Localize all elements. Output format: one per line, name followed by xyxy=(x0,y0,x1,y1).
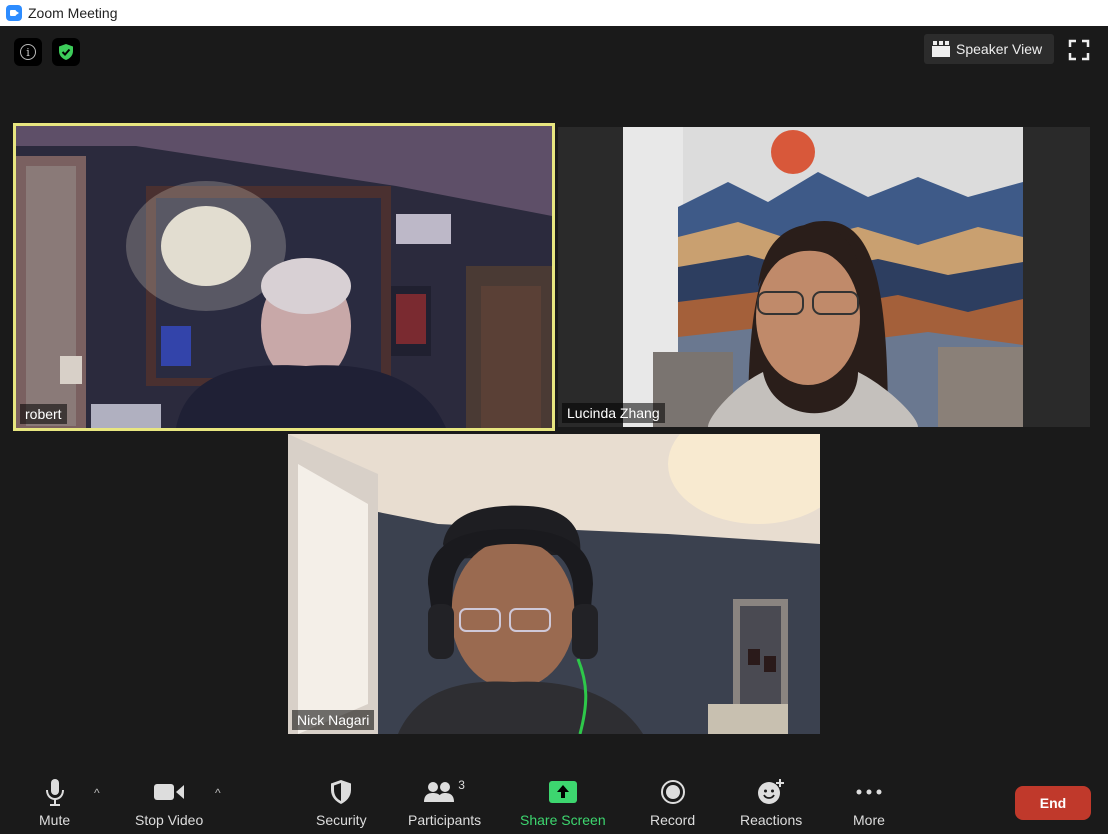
video-camera-icon xyxy=(154,784,185,800)
participants-label: Participants xyxy=(408,812,482,828)
mute-button[interactable]: Mute xyxy=(39,778,70,828)
reactions-label: Reactions xyxy=(740,812,803,828)
meeting-toolbar: Mute ^ Stop Video ^ Security 3 Participa… xyxy=(3,760,1105,834)
participants-button[interactable]: 3 Participants xyxy=(408,778,481,828)
security-shield-icon xyxy=(59,44,73,60)
meeting-info-button[interactable]: i xyxy=(14,38,42,66)
shield-icon xyxy=(331,780,352,804)
speaker-view-icon xyxy=(932,41,950,57)
end-meeting-button[interactable]: End xyxy=(1015,786,1091,820)
stop-video-button[interactable]: Stop Video xyxy=(135,778,203,828)
video-tile-lucinda-zhang[interactable]: Lucinda Zhang xyxy=(558,127,1090,427)
fullscreen-icon[interactable] xyxy=(1067,38,1091,62)
participant-name-label: robert xyxy=(20,404,67,424)
share-screen-icon xyxy=(548,781,577,803)
share-screen-button[interactable]: Share Screen xyxy=(520,778,606,828)
video-tile-nick-nagari[interactable]: Nick Nagari xyxy=(288,434,820,734)
more-label: More xyxy=(853,812,885,828)
speaker-view-button[interactable]: Speaker View xyxy=(924,34,1054,64)
record-icon xyxy=(660,780,685,804)
security-button[interactable]: Security xyxy=(316,778,367,828)
record-button[interactable]: Record xyxy=(650,778,695,828)
mute-label: Mute xyxy=(39,812,71,828)
more-icon xyxy=(856,789,882,795)
video-options-chevron-icon[interactable]: ^ xyxy=(215,786,221,800)
window-title: Zoom Meeting xyxy=(28,5,118,21)
audio-options-chevron-icon[interactable]: ^ xyxy=(94,786,100,800)
share-screen-label: Share Screen xyxy=(520,812,606,828)
record-label: Record xyxy=(650,812,696,828)
more-button[interactable]: More xyxy=(853,778,885,828)
window-titlebar: Zoom Meeting xyxy=(0,0,1108,26)
microphone-icon xyxy=(45,779,64,806)
stop-video-label: Stop Video xyxy=(135,812,204,828)
encryption-indicator[interactable] xyxy=(52,38,80,66)
video-tile-robert[interactable]: robert xyxy=(13,123,555,431)
nick-video-feed xyxy=(288,434,820,734)
robert-video-feed xyxy=(16,126,552,428)
meeting-area: i Speaker View robert Lucinda Zhang Nick… xyxy=(3,26,1105,834)
participants-icon xyxy=(424,782,455,802)
lucinda-video-feed xyxy=(558,127,1090,427)
participant-name-label: Nick Nagari xyxy=(292,710,375,730)
participant-name-label: Lucinda Zhang xyxy=(562,403,665,423)
participants-count: 3 xyxy=(458,778,465,792)
security-label: Security xyxy=(316,812,367,828)
zoom-app-icon xyxy=(6,5,22,21)
speaker-view-label: Speaker View xyxy=(956,41,1043,57)
info-icon: i xyxy=(20,44,36,60)
reactions-icon xyxy=(758,779,785,804)
reactions-button[interactable]: Reactions xyxy=(740,778,802,828)
